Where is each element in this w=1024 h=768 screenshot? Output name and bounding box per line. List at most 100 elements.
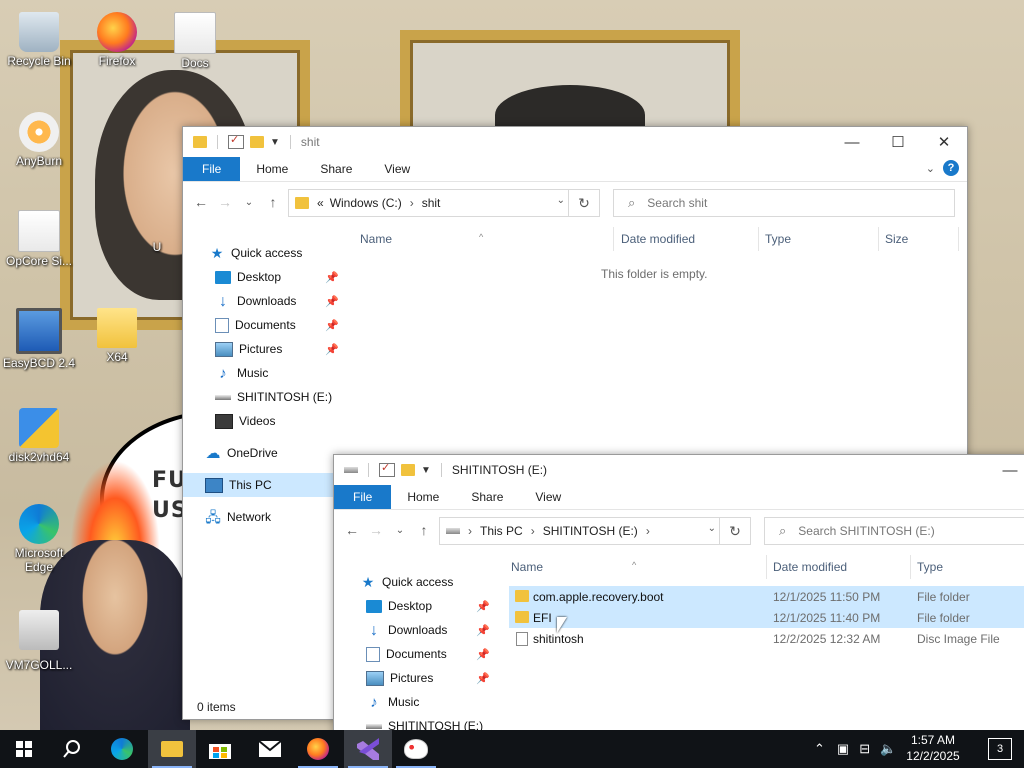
pin-icon[interactable]: 📌 bbox=[476, 672, 490, 685]
column-divider[interactable] bbox=[758, 227, 759, 251]
expand-ribbon-icon[interactable]: ⌄ bbox=[926, 162, 935, 175]
new-folder-icon[interactable] bbox=[401, 464, 415, 476]
nav-onedrive[interactable]: ☁ OneDrive bbox=[183, 441, 343, 465]
up-arrow-icon[interactable]: ↑ bbox=[261, 194, 285, 210]
nav-network[interactable]: 🖧 Network bbox=[183, 505, 343, 529]
column-name[interactable]: Name bbox=[511, 560, 543, 574]
pin-icon[interactable]: 📌 bbox=[476, 624, 490, 637]
tab-file[interactable]: File bbox=[334, 485, 392, 509]
chevron-right-icon[interactable]: › bbox=[468, 524, 472, 538]
nav-pictures[interactable]: Pictures 📌 bbox=[183, 337, 343, 361]
desktop-icon-disk2vhd[interactable]: disk2vhd64 bbox=[0, 408, 79, 464]
tab-view[interactable]: View bbox=[519, 485, 577, 509]
back-arrow-icon[interactable]: ← bbox=[189, 194, 213, 210]
nav-videos[interactable]: Videos bbox=[183, 409, 343, 433]
network-icon[interactable]: ⊟ bbox=[859, 741, 870, 757]
chevron-right-icon[interactable]: › bbox=[646, 524, 650, 538]
new-folder-icon[interactable] bbox=[250, 136, 264, 148]
tab-view[interactable]: View bbox=[368, 157, 426, 181]
nav-this-pc[interactable]: This PC bbox=[183, 473, 343, 497]
desktop-icon-opcore[interactable]: OpCore Si... bbox=[0, 210, 79, 268]
column-name[interactable]: Name bbox=[360, 232, 392, 246]
close-button[interactable]: ✕ bbox=[921, 127, 967, 157]
breadcrumb-windows-c[interactable]: Windows (C:) bbox=[330, 196, 402, 210]
refresh-icon[interactable]: ↻ bbox=[568, 190, 599, 216]
forward-arrow-icon[interactable]: → bbox=[364, 522, 388, 538]
meet-now-icon[interactable]: ▣ bbox=[837, 741, 849, 757]
column-divider[interactable] bbox=[910, 555, 911, 579]
desktop-icon-recycle-bin[interactable]: Recycle Bin bbox=[0, 12, 79, 68]
taskbar-firefox[interactable] bbox=[294, 730, 342, 768]
nav-music[interactable]: ♪ Music bbox=[334, 690, 494, 714]
desktop-icon-vm[interactable]: VM7GOLL... bbox=[0, 610, 79, 672]
volume-muted-icon[interactable]: 🔈 bbox=[880, 741, 896, 757]
tab-file[interactable]: File bbox=[183, 157, 241, 181]
search-box[interactable]: ⌕ Search SHITINTOSH (E:) bbox=[764, 517, 1024, 545]
nav-downloads[interactable]: ↓ Downloads 📌 bbox=[183, 289, 343, 313]
file-row[interactable]: shitintosh 12/2/2025 12:32 AM Disc Image… bbox=[509, 628, 1024, 649]
taskbar-file-explorer[interactable] bbox=[148, 730, 196, 768]
column-divider[interactable] bbox=[878, 227, 879, 251]
column-type[interactable]: Type bbox=[765, 232, 791, 246]
taskbar-edge[interactable] bbox=[98, 730, 146, 768]
file-row[interactable]: com.apple.recovery.boot 12/1/2025 11:50 … bbox=[509, 586, 1024, 607]
minimize-button[interactable]: — bbox=[829, 127, 875, 157]
pin-icon[interactable]: 📌 bbox=[325, 295, 339, 308]
back-arrow-icon[interactable]: ← bbox=[340, 522, 364, 538]
tab-home[interactable]: Home bbox=[391, 485, 455, 509]
nav-music[interactable]: ♪ Music bbox=[183, 361, 343, 385]
address-bar[interactable]: « Windows (C:) › shit ⌄ ↻ bbox=[288, 189, 600, 217]
nav-downloads[interactable]: ↓ Downloads 📌 bbox=[334, 618, 494, 642]
title-bar[interactable]: ▼ SHITINTOSH (E:) — bbox=[334, 455, 1024, 485]
column-type[interactable]: Type bbox=[917, 560, 943, 574]
recent-locations-icon[interactable]: ⌄ bbox=[237, 197, 261, 208]
minimize-button[interactable]: — bbox=[995, 455, 1024, 485]
chevron-down-icon[interactable]: ⌄ bbox=[557, 195, 565, 206]
desktop-icon-anyburn[interactable]: AnyBurn bbox=[0, 112, 79, 168]
tab-home[interactable]: Home bbox=[240, 157, 304, 181]
breadcrumb-overflow[interactable]: « bbox=[317, 196, 324, 210]
column-divider[interactable] bbox=[766, 555, 767, 579]
pin-icon[interactable]: 📌 bbox=[325, 319, 339, 332]
column-date-modified[interactable]: Date modified bbox=[621, 232, 695, 246]
breadcrumb-shit[interactable]: shit bbox=[422, 196, 441, 210]
chevron-right-icon[interactable]: › bbox=[531, 524, 535, 538]
desktop-icon-firefox[interactable]: Firefox bbox=[77, 12, 157, 68]
column-size[interactable]: Size bbox=[885, 232, 908, 246]
column-divider[interactable] bbox=[613, 227, 614, 251]
file-row[interactable]: EFI 12/1/2025 11:40 PM File folder bbox=[509, 607, 1024, 628]
chevron-down-icon[interactable]: ⌄ bbox=[708, 523, 716, 534]
notification-center-button[interactable]: 3 bbox=[988, 738, 1012, 760]
desktop-icon-x64[interactable]: X64 bbox=[77, 308, 157, 364]
pin-icon[interactable]: 📌 bbox=[325, 343, 339, 356]
nav-documents[interactable]: Documents 📌 bbox=[183, 313, 343, 337]
recent-locations-icon[interactable]: ⌄ bbox=[388, 525, 412, 536]
maximize-button[interactable]: ☐ bbox=[875, 127, 921, 157]
taskbar-store[interactable] bbox=[196, 730, 244, 768]
desktop-icon-docs[interactable]: Docs bbox=[155, 12, 235, 70]
tab-share[interactable]: Share bbox=[304, 157, 368, 181]
desktop-icon-partial[interactable]: U bbox=[137, 240, 177, 254]
nav-shitintosh-drive[interactable]: SHITINTOSH (E:) bbox=[183, 385, 343, 409]
breadcrumb-this-pc[interactable]: This PC bbox=[480, 524, 523, 538]
nav-documents[interactable]: Documents 📌 bbox=[334, 642, 494, 666]
desktop-icon-edge[interactable]: Microsoft Edge bbox=[0, 504, 79, 574]
nav-desktop[interactable]: Desktop 📌 bbox=[334, 594, 494, 618]
breadcrumb-shitintosh[interactable]: SHITINTOSH (E:) bbox=[543, 524, 638, 538]
customize-toolbar-icon[interactable]: ▼ bbox=[270, 137, 280, 148]
taskbar-mail[interactable] bbox=[246, 730, 294, 768]
chevron-right-icon[interactable]: › bbox=[410, 196, 414, 210]
clock[interactable]: 1:57 AM 12/2/2025 bbox=[898, 732, 968, 764]
pin-icon[interactable]: 📌 bbox=[476, 600, 490, 613]
nav-quick-access[interactable]: ★ Quick access bbox=[183, 241, 343, 265]
search-box[interactable]: ⌕ Search shit bbox=[613, 189, 955, 217]
tab-share[interactable]: Share bbox=[455, 485, 519, 509]
taskbar-paint[interactable] bbox=[392, 730, 440, 768]
forward-arrow-icon[interactable]: → bbox=[213, 194, 237, 210]
refresh-icon[interactable]: ↻ bbox=[719, 518, 750, 544]
nav-quick-access[interactable]: ★ Quick access bbox=[334, 570, 494, 594]
desktop-icon-easybcd[interactable]: EasyBCD 2.4 bbox=[0, 308, 79, 370]
properties-icon[interactable] bbox=[379, 461, 395, 477]
customize-toolbar-icon[interactable]: ▼ bbox=[421, 465, 431, 476]
column-divider[interactable] bbox=[958, 227, 959, 251]
